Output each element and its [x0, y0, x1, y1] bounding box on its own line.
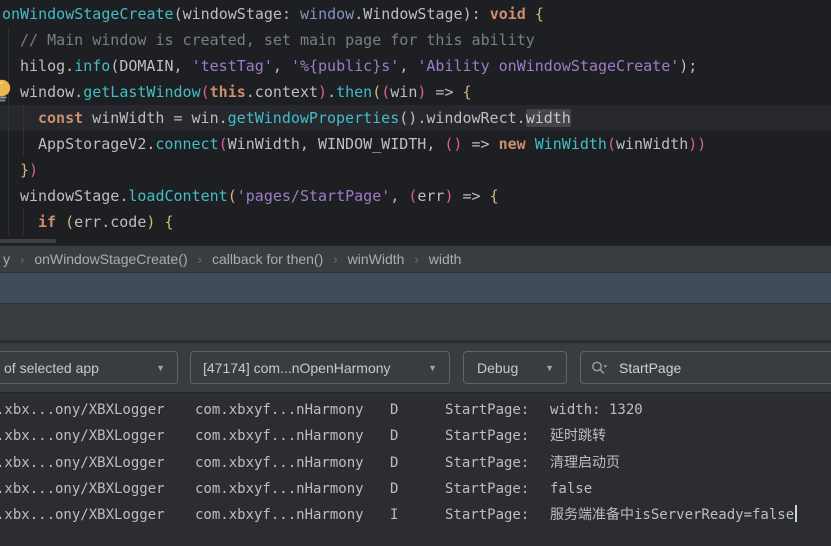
- log-page: StartPage:: [445, 502, 529, 528]
- code-line: const winWidth = win.getWindowProperties…: [0, 105, 831, 131]
- chevron-down-icon: ▼: [428, 363, 437, 373]
- code-text: AppStorageV2.connect(WinWidth, WINDOW_WI…: [0, 131, 706, 157]
- indent-guide: [8, 27, 9, 53]
- log-msg: 延时跳转: [550, 423, 606, 449]
- log-level-dropdown[interactable]: Debug ▼: [463, 351, 567, 384]
- log-level: I: [390, 502, 398, 528]
- code-lines: onWindowStageCreate(windowStage: window.…: [0, 1, 831, 235]
- breadcrumb: y › onWindowStageCreate() › callback for the…: [0, 245, 831, 272]
- code-editor[interactable]: onWindowStageCreate(windowStage: window.…: [0, 0, 831, 245]
- log-level: D: [390, 450, 398, 476]
- log-page: StartPage:: [445, 397, 529, 423]
- code-text: window.getLastWindow(this.context).then(…: [0, 79, 472, 105]
- log-page: StartPage:: [445, 476, 529, 502]
- code-text: windowStage.loadContent('pages/StartPage…: [0, 183, 499, 209]
- code-line: windowStage.loadContent('pages/StartPage…: [0, 183, 831, 209]
- code-line: window.getLastWindow(this.context).then(…: [0, 79, 831, 105]
- log-tag: .xbx...ony/XBXLogger: [0, 423, 165, 449]
- log-filter-toolbar: of selected app ▼ [47174] com...nOpenHar…: [0, 343, 831, 392]
- log-msg: 服务端准备中isServerReady=false: [550, 502, 797, 528]
- breadcrumb-separator: ›: [198, 252, 202, 267]
- indent-guide: [8, 131, 9, 157]
- log-page: StartPage:: [445, 423, 529, 449]
- code-text: const winWidth = win.getWindowProperties…: [0, 105, 571, 131]
- indent-guide: [8, 53, 9, 79]
- code-text: // Main window is created, set main page…: [0, 27, 535, 53]
- log-tag: .xbx...ony/XBXLogger: [0, 450, 165, 476]
- log-pkg: com.xbxyf...nHarmony: [195, 450, 364, 476]
- log-level: D: [390, 423, 398, 449]
- log-pkg: com.xbxyf...nHarmony: [195, 397, 364, 423]
- log-row[interactable]: .xbx...ony/XBXLogger com.xbxyf...nHarmony…: [0, 397, 831, 423]
- code-line: AppStorageV2.connect(WinWidth, WINDOW_WI…: [0, 131, 831, 157]
- breadcrumb-item[interactable]: width: [429, 251, 462, 267]
- process-filter-label: [47174] com...nOpenHarmony: [203, 360, 391, 376]
- indent-guide: [23, 131, 24, 157]
- search-icon: [591, 360, 609, 375]
- indent-guide: [8, 209, 9, 235]
- log-msg: width: 1320: [550, 397, 643, 423]
- breadcrumb-item[interactable]: onWindowStageCreate(): [34, 251, 187, 267]
- chevron-down-icon: ▼: [156, 363, 165, 373]
- code-line: onWindowStageCreate(windowStage: window.…: [0, 1, 831, 27]
- log-tag: .xbx...ony/XBXLogger: [0, 397, 165, 423]
- indent-guide: [8, 157, 9, 183]
- selected-tab-strip[interactable]: [0, 272, 831, 303]
- code-text: }): [0, 157, 38, 183]
- code-text: hilog.info(DOMAIN, 'testTag', '%{public}…: [0, 53, 697, 79]
- log-msg: 清理启动页: [550, 450, 620, 476]
- log-tag: .xbx...ony/XBXLogger: [0, 476, 165, 502]
- log-pkg: com.xbxyf...nHarmony: [195, 502, 364, 528]
- code-line: if (err.code) {: [0, 209, 831, 235]
- indent-guide: [8, 105, 9, 131]
- indent-guide: [8, 183, 9, 209]
- code-text: if (err.code) {: [0, 209, 173, 235]
- indent-guide: [23, 105, 24, 131]
- chevron-down-icon: ▼: [545, 363, 554, 373]
- log-level: D: [390, 476, 398, 502]
- code-line: // Main window is created, set main page…: [0, 27, 831, 53]
- breadcrumb-item[interactable]: callback for then(): [212, 251, 323, 267]
- process-filter-dropdown[interactable]: [47174] com...nOpenHarmony ▼: [190, 351, 450, 384]
- log-tag: .xbx...ony/XBXLogger: [0, 502, 165, 528]
- log-level-label: Debug: [477, 360, 518, 376]
- indent-guide: [23, 209, 24, 235]
- log-row[interactable]: .xbx...ony/XBXLogger com.xbxyf...nHarmony…: [0, 502, 831, 528]
- log-list[interactable]: .xbx...ony/XBXLogger com.xbxyf...nHarmony…: [0, 392, 831, 546]
- log-search-box[interactable]: [580, 351, 831, 384]
- log-level: D: [390, 397, 398, 423]
- app-filter-label: of selected app: [4, 360, 99, 376]
- breadcrumb-separator: ›: [414, 252, 418, 267]
- code-text: onWindowStageCreate(windowStage: window.…: [0, 1, 544, 27]
- log-row[interactable]: .xbx...ony/XBXLogger com.xbxyf...nHarmony…: [0, 476, 831, 502]
- breadcrumb-item[interactable]: y: [3, 251, 10, 267]
- intention-bulb-icon[interactable]: [0, 79, 13, 103]
- ide-window: { "editor": { "lines": [ {"indent":0,"hi…: [0, 0, 831, 546]
- text-caret: [795, 505, 797, 522]
- log-search-input[interactable]: [617, 359, 811, 377]
- code-line: hilog.info(DOMAIN, 'testTag', '%{public}…: [0, 53, 831, 79]
- breadcrumb-separator: ›: [333, 252, 337, 267]
- breadcrumb-item[interactable]: winWidth: [348, 251, 405, 267]
- log-row[interactable]: .xbx...ony/XBXLogger com.xbxyf...nHarmony…: [0, 450, 831, 476]
- log-pkg: com.xbxyf...nHarmony: [195, 423, 364, 449]
- app-filter-dropdown[interactable]: of selected app ▼: [0, 351, 178, 384]
- breadcrumb-separator: ›: [20, 252, 24, 267]
- log-pkg: com.xbxyf...nHarmony: [195, 476, 364, 502]
- log-msg: false: [550, 476, 592, 502]
- log-row[interactable]: .xbx...ony/XBXLogger com.xbxyf...nHarmony…: [0, 423, 831, 449]
- panel-strip: [0, 303, 831, 340]
- horizontal-scrollbar[interactable]: [0, 239, 56, 243]
- log-page: StartPage:: [445, 450, 529, 476]
- code-line: }): [0, 157, 831, 183]
